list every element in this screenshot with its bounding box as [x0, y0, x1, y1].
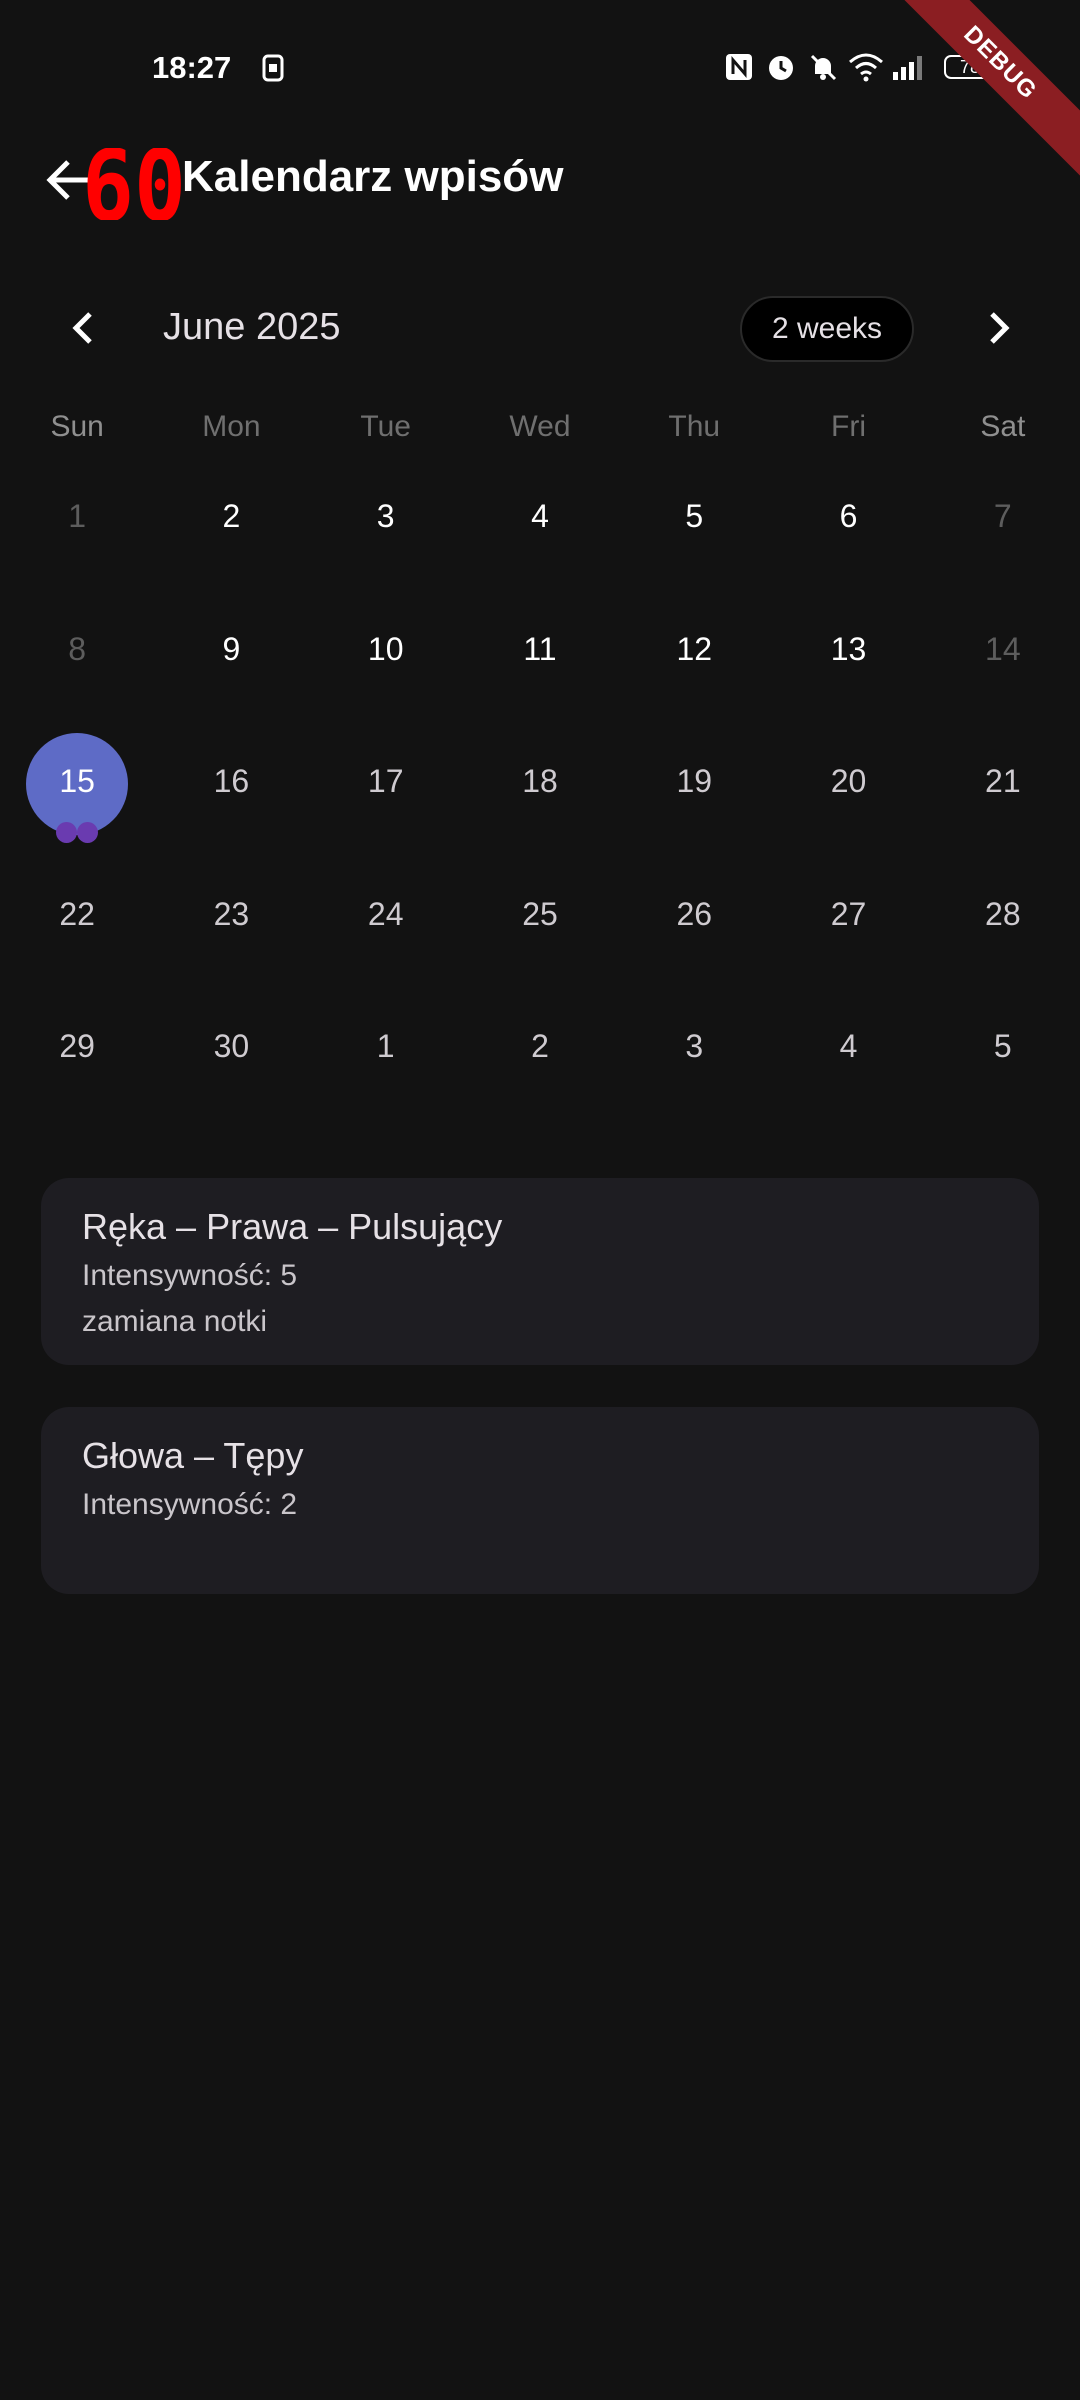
entry-title: Głowa – Tępy [82, 1435, 304, 1476]
calendar-day[interactable]: 16 [154, 725, 308, 858]
chevron-right-icon[interactable] [972, 302, 1024, 354]
calendar-week-row: 29 30 1 2 3 4 5 [0, 990, 1080, 1123]
calendar-day[interactable]: 22 [0, 858, 154, 991]
weekday-header: Sun Mon Tue Wed Thu Fri Sat [0, 410, 1080, 460]
calendar-day[interactable]: 2 [154, 460, 308, 593]
fps-overlay: 60 [82, 148, 186, 220]
calendar-header: June 2025 2 weeks [0, 290, 1080, 370]
calendar-week-row: 8 9 10 11 12 13 14 [0, 593, 1080, 726]
event-marker [77, 822, 98, 843]
calendar-day[interactable]: 19 [617, 725, 771, 858]
weekday-label: Fri [831, 410, 867, 443]
calendar-day[interactable]: 5 [617, 460, 771, 593]
bell-off-icon [810, 54, 837, 81]
calendar-day[interactable]: 7 [926, 460, 1080, 593]
entry-note: zamiana notki [82, 1305, 268, 1338]
calendar-day[interactable]: 1 [0, 460, 154, 593]
entry-intensity: Intensywność: 2 [82, 1488, 298, 1521]
status-time: 18:27 [152, 50, 232, 85]
calendar-day[interactable]: 9 [154, 593, 308, 726]
calendar-day[interactable]: 3 [617, 990, 771, 1123]
calendar-day[interactable]: 26 [617, 858, 771, 991]
calendar-day[interactable]: 30 [154, 990, 308, 1123]
calendar-day[interactable]: 14 [926, 593, 1080, 726]
calendar-day[interactable]: 18 [463, 725, 617, 858]
calendar-week-row: 22 23 24 25 26 27 28 [0, 858, 1080, 991]
weekday-label: Tue [360, 410, 411, 443]
weekday-label: Mon [202, 410, 261, 443]
calendar-day[interactable]: 2 [463, 990, 617, 1123]
event-marker [56, 822, 77, 843]
calendar-day[interactable]: 20 [771, 725, 925, 858]
fps-value: 60 [82, 148, 186, 220]
calendar-week-row: 15 16 17 18 19 20 21 [0, 725, 1080, 858]
entry-intensity: Intensywność: 5 [82, 1259, 298, 1292]
calendar-day[interactable]: 25 [463, 858, 617, 991]
sim-icon [262, 54, 284, 82]
calendar-day[interactable]: 5 [926, 990, 1080, 1123]
calendar-day[interactable]: 1 [309, 990, 463, 1123]
calendar-day[interactable]: 11 [463, 593, 617, 726]
calendar-day[interactable]: 29 [0, 990, 154, 1123]
alarm-icon [769, 56, 793, 80]
status-bar: 18:27 78 [0, 0, 1080, 130]
calendar-day[interactable]: 21 [926, 725, 1080, 858]
weekday-label: Wed [509, 410, 571, 443]
calendar-grid: 1 2 3 4 5 6 7 8 9 10 11 12 13 14 15 16 1… [0, 460, 1080, 1123]
calendar-day[interactable]: 17 [309, 725, 463, 858]
weekday-label: Thu [668, 410, 721, 443]
weekday-label: Sun [50, 410, 104, 443]
calendar-day[interactable]: 3 [309, 460, 463, 593]
chevron-left-icon[interactable] [58, 302, 110, 354]
calendar-day[interactable]: 4 [463, 460, 617, 593]
nfc-icon [726, 54, 752, 80]
calendar-day[interactable]: 4 [771, 990, 925, 1123]
calendar-day[interactable]: 24 [309, 858, 463, 991]
wifi-icon [849, 53, 883, 82]
entry-title: Ręka – Prawa – Pulsujący [82, 1206, 503, 1247]
calendar-day[interactable]: 28 [926, 858, 1080, 991]
weekday-label: Sat [980, 410, 1026, 443]
month-title: June 2025 [163, 306, 341, 348]
entry-card[interactable]: Głowa – Tępy Intensywność: 2 [41, 1407, 1039, 1594]
page-title: Kalendarz wpisów [182, 152, 564, 201]
calendar-format-button[interactable]: 2 weeks [740, 296, 914, 362]
calendar-week-row: 1 2 3 4 5 6 7 [0, 460, 1080, 593]
calendar-day[interactable]: 8 [0, 593, 154, 726]
signal-icon [893, 56, 922, 80]
calendar-day[interactable]: 6 [771, 460, 925, 593]
entry-card[interactable]: Ręka – Prawa – Pulsujący Intensywność: 5… [41, 1178, 1039, 1365]
calendar-day[interactable]: 23 [154, 858, 308, 991]
app-bar: 60 Kalendarz wpisów [0, 130, 1080, 230]
calendar-day[interactable]: 27 [771, 858, 925, 991]
calendar-day[interactable]: 12 [617, 593, 771, 726]
calendar-day[interactable]: 13 [771, 593, 925, 726]
calendar-day[interactable]: 10 [309, 593, 463, 726]
